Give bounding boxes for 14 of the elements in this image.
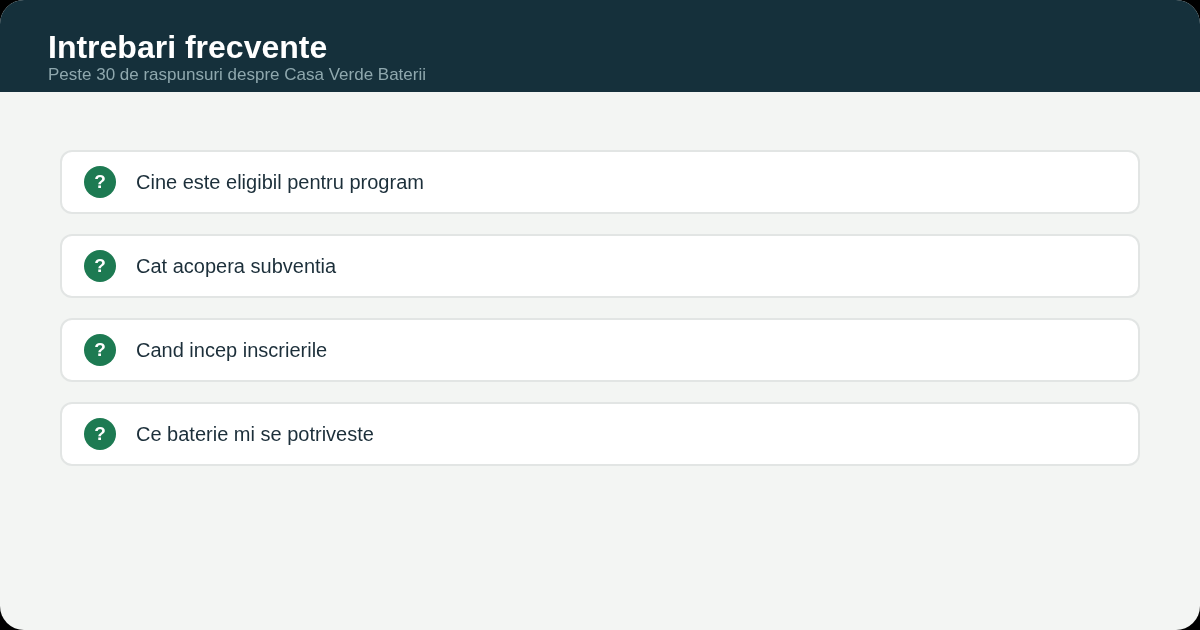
faq-question: Cand incep inscrierile (136, 338, 328, 362)
faq-question: Cine este eligibil pentru program (136, 170, 424, 194)
faq-question: Cat acopera subventia (136, 254, 337, 278)
question-icon: ? (84, 250, 116, 282)
question-icon: ? (84, 166, 116, 198)
faq-question: Ce baterie mi se potriveste (136, 422, 374, 446)
faq-item[interactable]: ? Ce baterie mi se potriveste (60, 402, 1140, 466)
page-subtitle: Peste 30 de raspunsuri despre Casa Verde Baterii (48, 65, 426, 85)
faq-item[interactable]: ? Cat acopera subventia (60, 234, 1140, 298)
question-icon: ? (84, 418, 116, 450)
page-title: Intrebari frecvente (48, 29, 328, 65)
faq-item[interactable]: ? Cand incep inscrierile (60, 318, 1140, 382)
question-icon: ? (84, 334, 116, 366)
faq-item[interactable]: ? Cine este eligibil pentru program (60, 150, 1140, 214)
